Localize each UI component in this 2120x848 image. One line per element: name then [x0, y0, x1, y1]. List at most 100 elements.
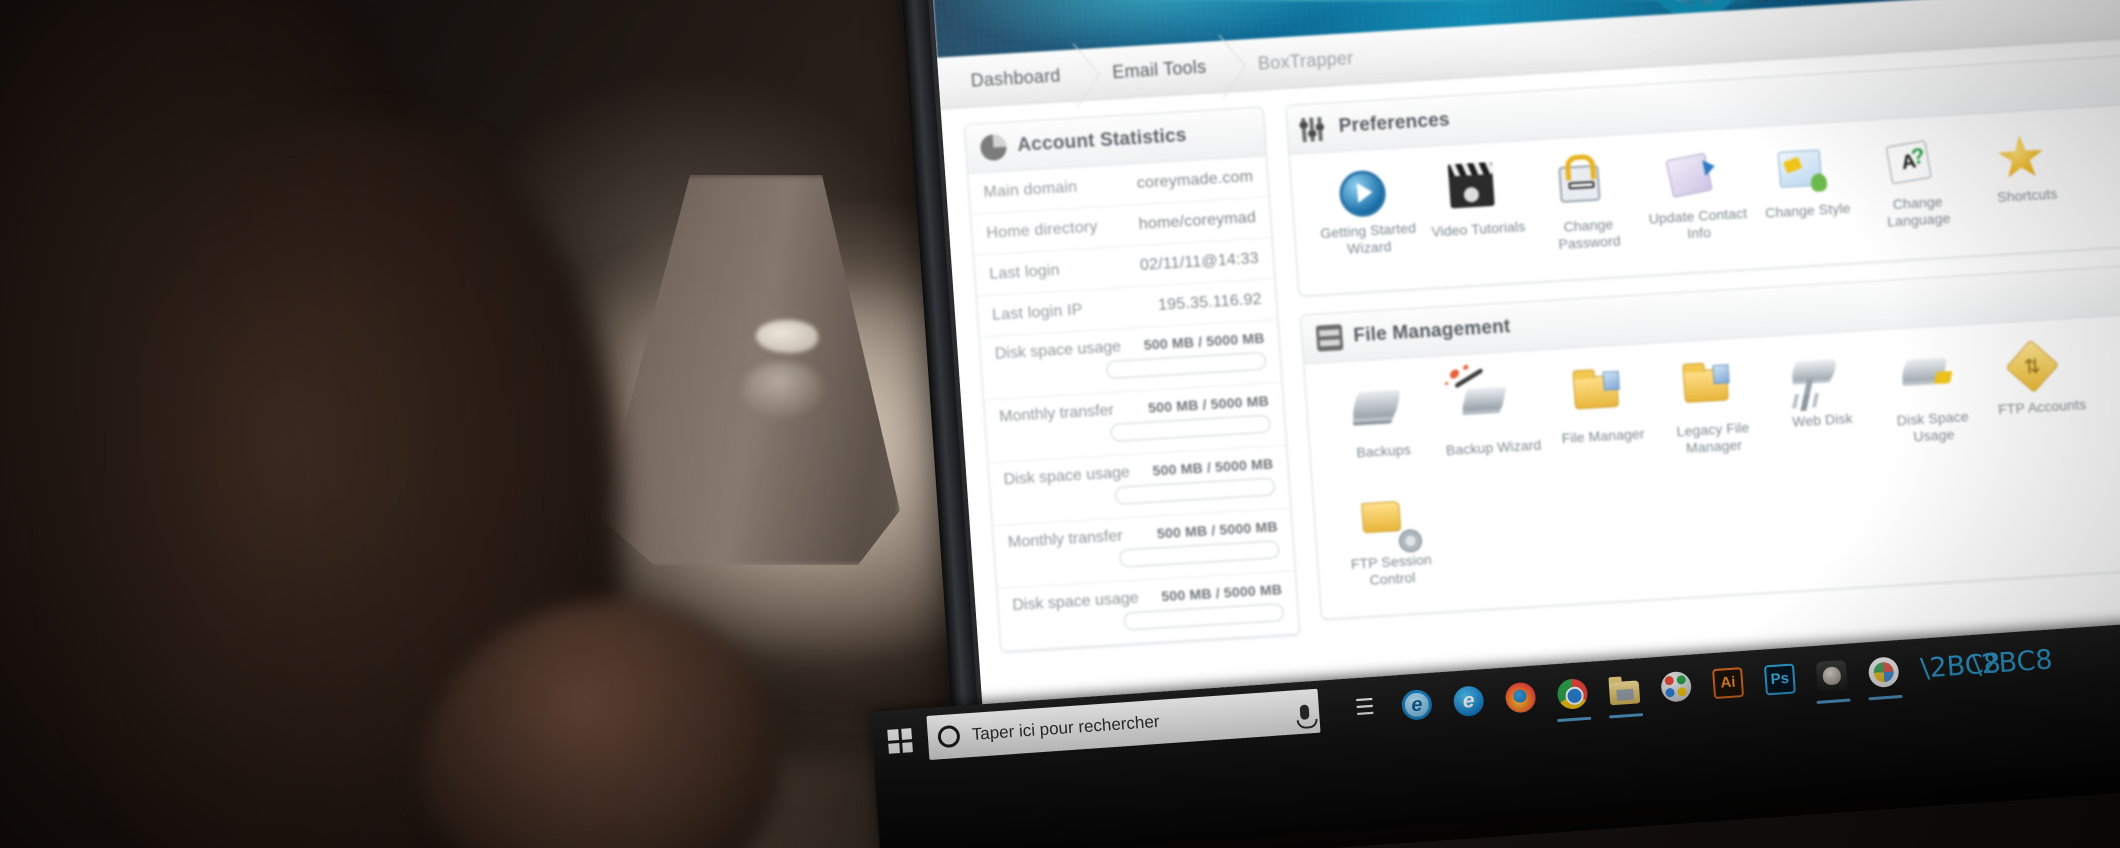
search-placeholder: Taper ici pour rechercher — [971, 711, 1161, 744]
taskbar-item-vs-code-insiders[interactable] — [1962, 640, 2013, 689]
taskbar-item-adobe-photoshop[interactable] — [1754, 655, 1805, 704]
meter-bar — [1118, 540, 1280, 568]
taskbar-item-google-chrome[interactable] — [1547, 669, 1598, 718]
stat-value: 02/11/11@14:33 — [1139, 249, 1260, 274]
fm-item-label: Backups — [1355, 441, 1412, 461]
pref-item-label: Getting Started Wizard — [1319, 219, 1417, 257]
firefox-icon — [1504, 681, 1537, 714]
fm-item-ftp-session-control[interactable]: FTP Session Control — [1331, 487, 1448, 600]
taskbar-item-firefox[interactable] — [1495, 673, 1546, 722]
meter-value: 500 MB / 5000 MB — [1147, 392, 1270, 416]
pref-item-change-style[interactable]: Change Style — [1748, 137, 1865, 250]
file-management-grid: Backups Backup Wizard File Manager Legac… — [1304, 312, 2120, 619]
fm-item-label: Web Disk — [1791, 410, 1854, 430]
meter-label: Disk space usage — [994, 338, 1122, 363]
taskbar-item-microsoft-edge[interactable] — [1443, 677, 1494, 726]
monitor-stand-button — [742, 362, 824, 418]
padlock-icon — [1558, 164, 1613, 213]
stat-key: Last login IP — [991, 301, 1084, 324]
preferences-panel: Preferences Getting Started Wizard Video… — [1285, 52, 2120, 297]
monitor-screen: Help cPanel VPS Optimized Dashboard E — [928, 0, 2120, 717]
taskbar-item-paint[interactable] — [1651, 662, 1702, 711]
folder-icon — [1572, 374, 1628, 423]
fm-item-label: Legacy File Manager — [1676, 419, 1750, 456]
meter-label: Disk space usage — [1003, 463, 1131, 489]
stat-value: home/coreymad — [1138, 209, 1257, 233]
language-ab-icon: A — [1885, 140, 1942, 190]
breadcrumb-item-boxtrapper[interactable]: BoxTrapper — [1238, 31, 1389, 92]
fm-item-label: FTP Accounts — [1997, 396, 2087, 418]
pref-item-change-password[interactable]: Change Password — [1528, 150, 1645, 263]
stat-key: Home directory — [985, 218, 1099, 243]
pref-item-label: Change Language — [1886, 193, 1951, 230]
fm-item-backups[interactable]: Backups — [1323, 373, 1440, 489]
meter-bar — [1110, 414, 1272, 443]
meter-fill — [1106, 362, 1108, 379]
breadcrumb-label: Email Tools — [1111, 56, 1207, 83]
stat-value: coreymade.com — [1136, 168, 1254, 193]
fm-item-legacy-file-manager[interactable]: Legacy File Manager — [1653, 353, 1770, 469]
disk-space-icon — [1900, 357, 1958, 406]
adobe-illustrator-icon — [1712, 667, 1745, 700]
palette-icon — [1777, 149, 1833, 198]
pref-item-change-language[interactable]: A Change Language — [1858, 131, 1975, 244]
pref-item-label: Shortcuts — [1996, 185, 2058, 206]
pref-item-video-tutorials[interactable]: Video Tutorials — [1419, 157, 1536, 270]
file-explorer-icon — [1608, 679, 1641, 705]
taskbar-item-internet-explorer[interactable] — [1391, 680, 1442, 729]
meter-value: 500 MB / 5000 MB — [1156, 518, 1279, 542]
fm-item-backup-wizard[interactable]: Backup Wizard — [1433, 366, 1550, 482]
breadcrumb-item-email-tools[interactable]: Email Tools — [1093, 34, 1246, 100]
taskbar-item-vs-code[interactable] — [1910, 644, 1961, 693]
cpanel-body: Account Statistics Main domain coreymade… — [940, 36, 2120, 717]
breadcrumb-label: Dashboard — [970, 65, 1062, 91]
file-management-title: File Management — [1352, 316, 1512, 347]
paint-icon — [1660, 670, 1693, 703]
hard-drive-icon — [1351, 389, 1408, 439]
screen-content: Help cPanel VPS Optimized Dashboard E — [928, 0, 2120, 717]
pref-item-update-contact-info[interactable]: Update Contact Info — [1638, 144, 1755, 257]
fm-item-label: FTP Session Control — [1350, 551, 1433, 588]
left-column: Account Statistics Main domain coreymade… — [963, 106, 1306, 716]
microphone-icon[interactable] — [1299, 703, 1310, 720]
pref-item-shortcuts[interactable]: Shortcuts — [1968, 124, 2085, 237]
backup-wizard-icon — [1461, 386, 1518, 435]
stat-value: 195.35.116.92 — [1157, 290, 1263, 314]
meter-bar — [1114, 477, 1276, 505]
fm-item-web-disk[interactable]: Web Disk — [1763, 347, 1880, 463]
breadcrumb-item-dashboard[interactable]: Dashboard — [951, 42, 1100, 108]
fm-item-file-manager[interactable]: File Manager — [1543, 360, 1660, 476]
taskbar-item-task-view[interactable]: ☰ — [1339, 684, 1390, 733]
windows-start-button[interactable] — [870, 714, 929, 768]
meter-value: 500 MB / 5000 MB — [1160, 581, 1283, 605]
adobe-photoshop-icon — [1763, 663, 1796, 696]
meter-fill — [1111, 424, 1113, 441]
vs-code-icon — [1920, 653, 1952, 685]
meter-fill — [1124, 613, 1126, 630]
stat-key: Main domain — [983, 178, 1078, 202]
fm-item-label: File Manager — [1561, 425, 1646, 447]
cortana-circle-icon — [937, 724, 961, 749]
pref-item-label: Change Password — [1557, 215, 1622, 252]
meter-fill — [1115, 487, 1117, 504]
pref-item-label: Update Contact Info — [1648, 204, 1748, 241]
sliders-icon — [1301, 115, 1329, 143]
pref-item-getting-started-wizard[interactable]: Getting Started Wizard — [1309, 163, 1426, 276]
meter-value: 500 MB / 5000 MB — [1143, 329, 1265, 353]
meter-bar — [1105, 351, 1267, 380]
monitor-stand-sticker — [756, 320, 818, 353]
fm-item-ftp-accounts[interactable]: FTP Accounts — [1982, 334, 2099, 450]
fm-item-disk-space-usage[interactable]: Disk Space Usage — [1873, 340, 1990, 456]
gimp-icon — [1815, 659, 1848, 692]
office-icon — [1867, 656, 1900, 689]
photo-scene: Help cPanel VPS Optimized Dashboard E — [0, 0, 2120, 848]
internet-explorer-icon — [1400, 688, 1433, 721]
clapperboard-icon — [1448, 167, 1503, 216]
taskbar-item-file-explorer[interactable] — [1599, 666, 1650, 715]
taskbar-item-adobe-illustrator[interactable] — [1703, 658, 1754, 707]
meter-bar — [1123, 603, 1285, 631]
preferences-title: Preferences — [1338, 109, 1451, 137]
taskbar-item-office[interactable] — [1858, 648, 1909, 697]
taskbar-item-gimp[interactable] — [1806, 651, 1857, 700]
account-statistics-title: Account Statistics — [1016, 125, 1188, 157]
